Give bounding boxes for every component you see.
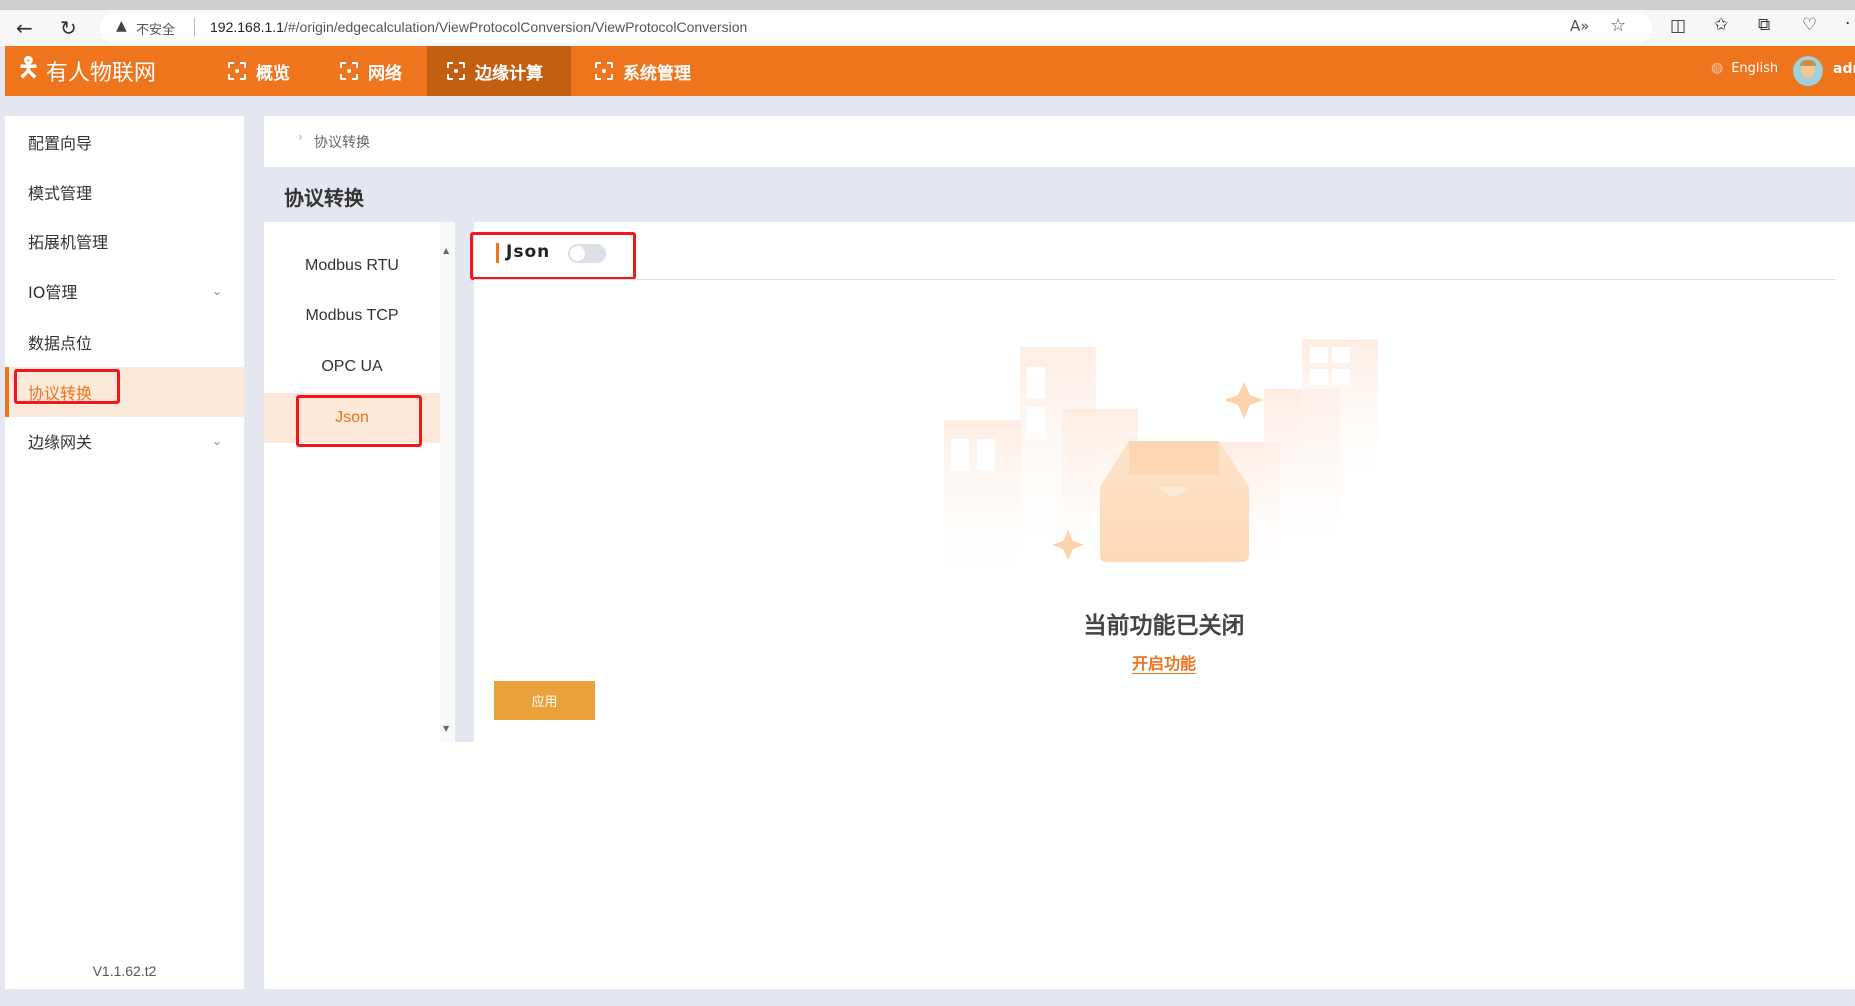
sidebar-item-data-points[interactable]: 数据点位 [5,317,244,367]
url-text[interactable]: 192.168.1.1/#/origin/edgecalculation/Vie… [210,19,747,35]
sidebar-item-label: 拓展机管理 [28,233,109,252]
favorites-icon[interactable]: ✩ [1714,15,1728,35]
highlight-box [470,232,636,280]
language-label: English [1731,60,1779,76]
chevron-down-icon: ⌄ [211,434,222,448]
nav-icon [228,62,246,80]
nav-label: 系统管理 [623,63,691,84]
nav-label: 概览 [256,63,290,84]
logo-text: 有人物联网 [45,61,156,86]
sidebar-item-mode-management[interactable]: 模式管理 [5,167,244,217]
enable-function-link[interactable]: 开启功能 [1132,654,1196,673]
highlight-box [14,369,120,404]
nav-icon [340,62,358,80]
scrollbar[interactable]: ▲ ▼ [440,222,455,742]
protocol-item-opc-ua[interactable]: OPC UA [264,342,440,392]
chevron-right-icon: › [298,130,303,144]
sidebar-item-edge-gateway[interactable]: 边缘网关 ⌄ [5,416,244,466]
scroll-down-icon[interactable]: ▼ [443,724,449,733]
address-bar[interactable]: ▲ 不安全 192.168.1.1/#/origin/edgecalculati… [100,13,1652,43]
protocol-list: Modbus RTU Modbus TCP OPC UA Json [264,222,440,742]
page-title: 协议转换 [284,186,364,210]
sidebar-item-label: 配置向导 [28,134,93,153]
protocol-item-modbus-rtu[interactable]: Modbus RTU [264,241,440,291]
nav-label: 边缘计算 [475,63,543,84]
protocol-item-modbus-tcp[interactable]: Modbus TCP [264,291,440,341]
nav-label: 网络 [368,63,402,84]
browser-tab-strip [0,0,1855,10]
browser-toolbar: ← ↻ ▲ 不安全 192.168.1.1/#/origin/edgecalcu… [0,10,1855,46]
user-name[interactable]: adm [1833,61,1855,77]
warning-icon: ▲ [116,18,127,34]
logo[interactable]: 🯅 有人物联网 [17,46,156,96]
breadcrumb-item[interactable]: 协议转换 [314,132,370,152]
collections-icon[interactable]: ⧉ [1758,15,1770,35]
nav-network[interactable]: 网络 [320,46,422,96]
nav-edge-computing[interactable]: 边缘计算 [427,46,571,96]
language-switch[interactable]: ◍ English [1711,60,1778,76]
sidebar-item-expansion-management[interactable]: 拓展机管理 [5,216,244,266]
split-screen-icon[interactable]: ◫ [1670,16,1686,36]
sidebar-item-label: 模式管理 [28,184,93,203]
divider [194,17,195,37]
protocol-label: OPC UA [321,358,383,375]
app-header: 🯅 有人物联网 概览 网络 边缘计算 系统管理 ◍ English adm [5,46,1855,96]
sidebar-item-io-management[interactable]: IO管理 ⌄ [5,266,244,316]
protocol-label: Modbus TCP [305,307,399,324]
avatar[interactable] [1793,56,1823,86]
enable-link-wrap: 开启功能 [934,650,1394,674]
divider [474,279,1836,280]
empty-state-text: 当前功能已关闭 [1083,613,1245,639]
more-icon[interactable]: · [1845,14,1850,34]
nav-system-management[interactable]: 系统管理 [575,46,711,96]
nav-icon [447,62,465,80]
security-label: 不安全 [136,23,176,38]
reload-icon[interactable]: ↻ [60,16,77,40]
nav-overview[interactable]: 概览 [208,46,310,96]
sidebar-item-label: 边缘网关 [28,433,93,452]
protocol-label: Modbus RTU [305,257,399,274]
chevron-down-icon: ⌄ [211,284,222,298]
apply-button[interactable]: 应用 [494,681,595,720]
nav-icon [595,62,613,80]
back-icon[interactable]: ← [16,16,33,40]
scroll-up-icon[interactable]: ▲ [443,246,449,255]
sidebar-item-label: 数据点位 [28,334,93,353]
browser-health-icon[interactable]: ♡ [1802,15,1817,35]
sidebar: 配置向导 模式管理 拓展机管理 IO管理 ⌄ 数据点位 协议转换 边缘网关 ⌄ V1… [5,116,244,989]
content-panel: Modbus RTU Modbus TCP OPC UA Json ▲ ▼ Js… [264,222,1855,989]
highlight-box [296,395,422,447]
empty-state-illustration [944,339,1378,587]
breadcrumb: › 协议转换 [264,116,1855,167]
version-label: V1.1.62.t2 [92,963,157,979]
sidebar-item-label: IO管理 [28,283,78,302]
favorite-star-icon[interactable]: ☆ [1610,15,1626,36]
read-aloud-icon[interactable]: A͏» [1570,17,1589,35]
globe-icon: ◍ [1711,60,1724,76]
logo-person-icon: 🯅 [17,53,40,83]
divider [455,222,474,742]
sidebar-item-config-wizard[interactable]: 配置向导 [5,117,244,167]
